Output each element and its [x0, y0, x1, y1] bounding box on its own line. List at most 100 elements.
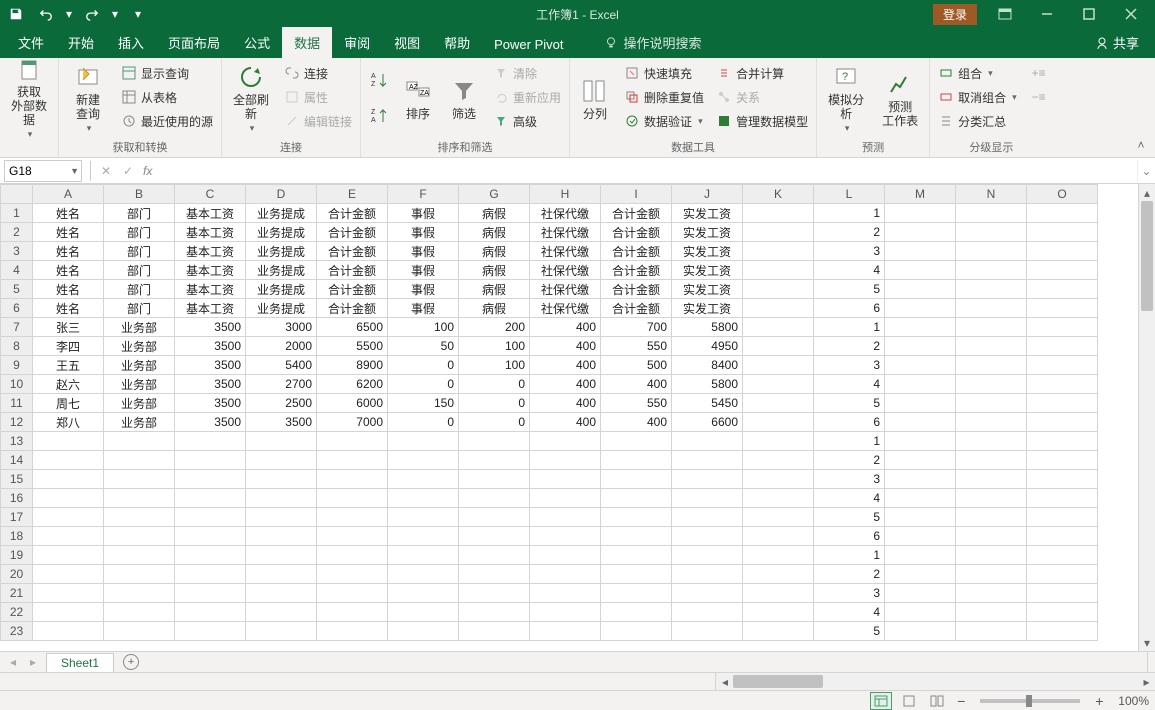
cell[interactable] [1027, 489, 1098, 508]
cell[interactable]: 合计金额 [317, 261, 388, 280]
cell[interactable]: 合计金额 [317, 299, 388, 318]
cell[interactable] [530, 584, 601, 603]
tab-nav-next-icon[interactable]: ▸ [24, 653, 42, 671]
row-header[interactable]: 10 [1, 375, 33, 394]
remove-duplicates-button[interactable]: 删除重复值 [620, 86, 708, 108]
row-header[interactable]: 20 [1, 565, 33, 584]
cell[interactable]: 2 [814, 565, 885, 584]
fx-icon[interactable]: fx [139, 164, 156, 178]
cell[interactable] [743, 356, 814, 375]
cell[interactable]: 实发工资 [672, 299, 743, 318]
cell[interactable] [1027, 223, 1098, 242]
cell[interactable] [885, 318, 956, 337]
cell[interactable] [104, 432, 175, 451]
cell[interactable] [530, 432, 601, 451]
cell[interactable]: 部门 [104, 223, 175, 242]
cell[interactable]: 6500 [317, 318, 388, 337]
cell[interactable] [956, 451, 1027, 470]
row-header[interactable]: 23 [1, 622, 33, 641]
cell[interactable] [246, 584, 317, 603]
cell[interactable]: 100 [459, 356, 530, 375]
row-header[interactable]: 16 [1, 489, 33, 508]
show-queries-button[interactable]: 显示查询 [117, 62, 217, 84]
cell[interactable] [743, 413, 814, 432]
sort-asc-button[interactable]: AZ [365, 62, 393, 98]
cell[interactable]: 社保代缴 [530, 280, 601, 299]
edit-links-button[interactable]: 编辑链接 [280, 110, 356, 132]
column-header[interactable]: L [814, 185, 885, 204]
column-header[interactable]: A [33, 185, 104, 204]
cell[interactable] [175, 451, 246, 470]
row-header[interactable]: 6 [1, 299, 33, 318]
cell[interactable] [956, 394, 1027, 413]
cell[interactable]: 合计金额 [601, 280, 672, 299]
cell[interactable] [459, 527, 530, 546]
cell[interactable]: 3 [814, 470, 885, 489]
cell[interactable] [1027, 318, 1098, 337]
cell[interactable]: 基本工资 [175, 299, 246, 318]
cell[interactable]: 姓名 [33, 280, 104, 299]
cell[interactable]: 6 [814, 299, 885, 318]
qat-redo-more-icon[interactable]: ▾ [110, 3, 120, 25]
cell[interactable]: 合计金额 [601, 261, 672, 280]
cell[interactable] [33, 508, 104, 527]
cell[interactable] [104, 470, 175, 489]
cell[interactable]: 部门 [104, 280, 175, 299]
row-header[interactable]: 22 [1, 603, 33, 622]
cell[interactable] [885, 489, 956, 508]
cell[interactable] [175, 546, 246, 565]
view-page-break-button[interactable] [926, 692, 948, 710]
cell[interactable] [104, 508, 175, 527]
hide-detail-button[interactable]: −≡ [1029, 86, 1049, 108]
cell[interactable] [956, 261, 1027, 280]
cell[interactable] [672, 527, 743, 546]
cell[interactable]: 合计金额 [601, 223, 672, 242]
cell[interactable] [1027, 603, 1098, 622]
cell[interactable]: 姓名 [33, 204, 104, 223]
filter-button[interactable]: 筛选 [443, 60, 485, 138]
cell[interactable]: 3 [814, 356, 885, 375]
cell[interactable]: 5 [814, 394, 885, 413]
cell[interactable]: 4 [814, 261, 885, 280]
cell[interactable] [530, 546, 601, 565]
cell[interactable] [885, 223, 956, 242]
cell[interactable] [388, 527, 459, 546]
cell[interactable] [317, 622, 388, 641]
cell[interactable] [743, 489, 814, 508]
cell[interactable] [1027, 413, 1098, 432]
cell[interactable] [885, 337, 956, 356]
cell[interactable]: 5800 [672, 318, 743, 337]
cell[interactable] [104, 584, 175, 603]
cell[interactable] [601, 451, 672, 470]
cell[interactable]: 业务提成 [246, 261, 317, 280]
formula-input[interactable] [156, 160, 1137, 182]
share-button[interactable]: 共享 [1085, 27, 1149, 58]
cell[interactable]: 姓名 [33, 223, 104, 242]
tab-review[interactable]: 审阅 [332, 27, 382, 58]
cell[interactable] [672, 565, 743, 584]
cell[interactable] [246, 527, 317, 546]
cell[interactable] [956, 337, 1027, 356]
cell[interactable] [743, 299, 814, 318]
cell[interactable] [743, 508, 814, 527]
row-header[interactable]: 5 [1, 280, 33, 299]
cell[interactable] [317, 584, 388, 603]
cell[interactable]: 550 [601, 394, 672, 413]
cell[interactable]: 社保代缴 [530, 204, 601, 223]
cell[interactable]: 0 [459, 394, 530, 413]
cell[interactable] [175, 565, 246, 584]
cell[interactable] [885, 622, 956, 641]
cell[interactable]: 3500 [175, 356, 246, 375]
cell[interactable] [672, 603, 743, 622]
cell[interactable]: 实发工资 [672, 242, 743, 261]
cell[interactable]: 100 [388, 318, 459, 337]
cell[interactable]: 部门 [104, 204, 175, 223]
expand-formula-bar-icon[interactable]: ⌄ [1137, 160, 1155, 182]
cell[interactable]: 业务部 [104, 375, 175, 394]
name-box-dropdown-icon[interactable]: ▼ [70, 166, 79, 176]
cell[interactable]: 周七 [33, 394, 104, 413]
cell[interactable] [956, 432, 1027, 451]
tab-nav-prev-icon[interactable]: ◂ [4, 653, 22, 671]
cell[interactable] [885, 432, 956, 451]
cell[interactable] [246, 470, 317, 489]
